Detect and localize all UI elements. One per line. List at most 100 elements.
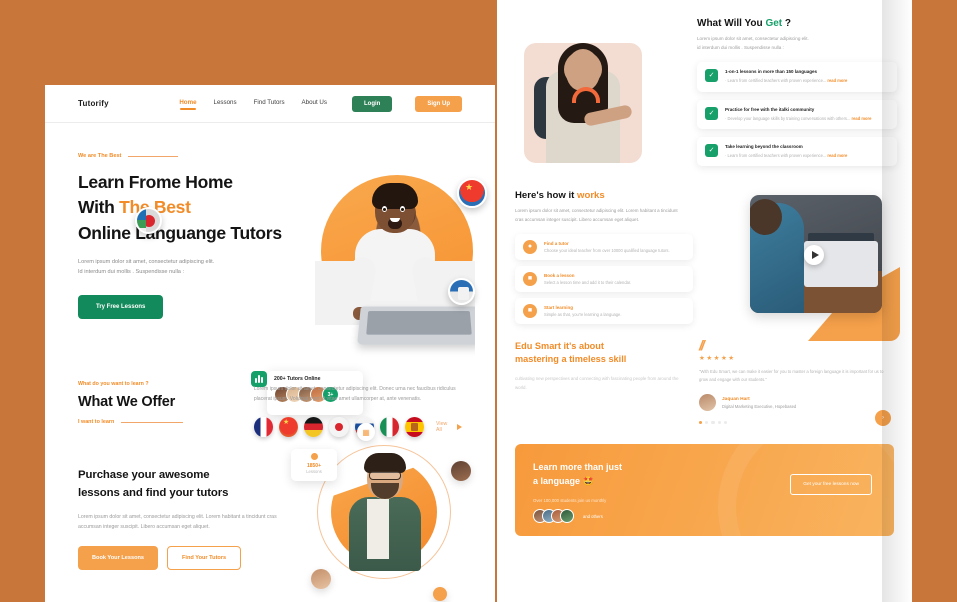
read-more-link[interactable]: read more bbox=[827, 78, 847, 83]
login-button[interactable]: Login bbox=[352, 95, 393, 112]
dot-indicator[interactable] bbox=[699, 421, 703, 425]
play-icon[interactable] bbox=[804, 245, 824, 265]
nav-links: Home Lessons Find Tutors About Us Login … bbox=[179, 95, 462, 112]
purchase-buttons: Book Your Lessons Find Your Tutors bbox=[78, 545, 278, 570]
feature-card[interactable]: ✓ Take learning beyond the classroom · L… bbox=[697, 136, 897, 166]
offer-description: Lorem ipsum dolor sit amet, consectetur … bbox=[253, 386, 456, 402]
nav-item-find-tutors[interactable]: Find Tutors bbox=[254, 99, 285, 109]
play-square-icon: ■ bbox=[523, 303, 537, 318]
purchase-title: Purchase your awesome lessons and find y… bbox=[78, 467, 278, 502]
offer-want-line bbox=[121, 421, 184, 423]
step-title: Book a lesson bbox=[544, 272, 575, 278]
hero-person-illustration bbox=[342, 183, 475, 367]
feature-desc: · Learn from certified teachers with pro… bbox=[725, 78, 848, 84]
signup-button[interactable]: Sign Up bbox=[415, 95, 462, 112]
avatar bbox=[560, 509, 574, 524]
get-subtitle-line2: id interdum dui mollis . Suspendisse nul… bbox=[697, 44, 784, 50]
laptop-icon bbox=[357, 306, 475, 345]
how-it-works-section: Here's how it works Lorem ipsum dolor si… bbox=[497, 190, 912, 342]
cta-avatar-row: and others bbox=[533, 509, 876, 524]
purchase-description: Lorem ipsum dolor sit amet, consectetur … bbox=[78, 513, 277, 530]
find-your-tutors-button[interactable]: Find Your Tutors bbox=[167, 545, 242, 570]
book-your-lessons-button[interactable]: Book Your Lessons bbox=[78, 545, 159, 570]
flag-france-icon[interactable] bbox=[253, 417, 274, 438]
lessons-count-label: Lessons bbox=[306, 469, 322, 475]
testimonial-author-name: Jaquan Hart bbox=[722, 396, 750, 402]
step-desc: Select a lesson time and add it to their… bbox=[544, 279, 632, 285]
testimonial-author-row: Jaquan Hart Digital Marketing Executive,… bbox=[699, 394, 885, 412]
feature-desc: · Learn from certified teachers with pro… bbox=[725, 152, 848, 158]
edu-title-line1: Edu Smart it's about bbox=[515, 340, 604, 351]
student-photo bbox=[524, 43, 642, 163]
step-title: Find a tutor bbox=[544, 240, 569, 246]
hero-title-with: With bbox=[78, 197, 120, 218]
how-it-works-description: Lorem ipsum dolor sit amet, consectetur … bbox=[515, 208, 678, 222]
step-desc: Choose your ideal teacher from over 1000… bbox=[544, 247, 670, 253]
step-card[interactable]: ■ Start learning Simple as that, you're … bbox=[515, 297, 693, 324]
rating-stars: ★★★★★ bbox=[699, 354, 736, 362]
dot-indicator[interactable] bbox=[705, 421, 709, 425]
navbar: Tutorify Home Lessons Find Tutors About … bbox=[45, 85, 495, 123]
get-free-lessons-button[interactable]: Get your free lessons now bbox=[790, 474, 872, 496]
feature-title: Take learning beyond the classroom bbox=[725, 143, 803, 149]
calendar-icon: ■ bbox=[523, 271, 537, 286]
get-subtitle-line1: Lorem ipsum dolor sit amet, consectetur … bbox=[697, 36, 809, 41]
purchase-left: Purchase your awesome lessons and find y… bbox=[78, 467, 278, 570]
get-section-subtitle: Lorem ipsum dolor sit amet, consectetur … bbox=[697, 35, 897, 52]
avatar bbox=[699, 394, 716, 412]
read-more-link[interactable]: read more bbox=[852, 116, 872, 121]
steps-list: ● Find a tutor Choose your ideal teacher… bbox=[515, 233, 693, 324]
testimonial-text: "With Edu Smart, we can make it easier f… bbox=[699, 368, 884, 382]
left-page: Tutorify Home Lessons Find Tutors About … bbox=[45, 85, 495, 602]
cta-students-note: Over 100,000 students join us monthly bbox=[533, 498, 607, 504]
video-thumbnail[interactable] bbox=[750, 195, 882, 313]
dot-indicator[interactable] bbox=[717, 421, 721, 425]
testimonial-dots[interactable] bbox=[699, 421, 885, 425]
user-icon: ● bbox=[523, 239, 537, 254]
hiw-title-accent: works bbox=[577, 190, 605, 201]
book-circle-icon: ▦ bbox=[357, 423, 375, 442]
cta-title-line2: a language 🤩 bbox=[533, 475, 876, 489]
step-card[interactable]: ● Find a tutor Choose your ideal teacher… bbox=[515, 233, 693, 260]
hiw-title-a: Here's how it bbox=[515, 190, 577, 201]
get-section: What Will You Get ? Lorem ipsum dolor si… bbox=[497, 0, 912, 190]
purchase-section: Purchase your awesome lessons and find y… bbox=[45, 423, 495, 602]
offer-title: What We Offer bbox=[78, 394, 176, 410]
feature-card[interactable]: ✓ 1-on-1 lessons in more than 150 langua… bbox=[697, 62, 897, 92]
feature-title: 1-on-1 lessons in more than 150 language… bbox=[725, 69, 818, 75]
offer-question: What do you want to learn ? bbox=[78, 381, 149, 387]
feature-desc-text: Learn from certified teachers with prove… bbox=[727, 78, 827, 84]
get-section-header: What Will You Get ? Lorem ipsum dolor si… bbox=[697, 18, 897, 166]
get-title-a: What Will You bbox=[697, 18, 766, 29]
offer-want-label: I want to learn bbox=[78, 419, 115, 425]
feature-desc-text: Develop your language skills by training… bbox=[727, 115, 851, 121]
try-free-lessons-button[interactable]: Try Free Lessons bbox=[78, 294, 164, 319]
hero-eyebrow-line bbox=[128, 155, 179, 157]
check-icon: ✓ bbox=[705, 106, 718, 120]
nav-item-lessons[interactable]: Lessons bbox=[214, 99, 237, 109]
cta-title-line2-text: a language bbox=[533, 475, 581, 486]
purchase-artwork: 1850+ Lessons ▦ bbox=[287, 423, 477, 602]
right-page: What Will You Get ? Lorem ipsum dolor si… bbox=[497, 0, 912, 602]
read-more-link[interactable]: read more bbox=[827, 153, 847, 158]
next-testimonial-button[interactable]: › bbox=[875, 409, 891, 426]
star-struck-emoji-icon: 🤩 bbox=[582, 475, 594, 486]
quote-icon: // bbox=[699, 336, 705, 353]
offer-want-row: I want to learn bbox=[78, 419, 248, 425]
feature-card[interactable]: ✓ Practice for free with the italki comm… bbox=[697, 99, 897, 129]
purchase-title-line1: Purchase your awesome bbox=[78, 469, 210, 482]
check-icon: ✓ bbox=[705, 143, 718, 157]
feature-desc-text: Learn from certified teachers with prove… bbox=[727, 152, 827, 158]
logo[interactable]: Tutorify bbox=[78, 99, 109, 108]
nav-item-about-us[interactable]: About Us bbox=[302, 99, 327, 109]
floating-flag-china-icon bbox=[457, 178, 487, 208]
purchase-title-line2: lessons and find your tutors bbox=[78, 487, 229, 500]
nav-item-home[interactable]: Home bbox=[179, 99, 197, 110]
video-preview[interactable] bbox=[750, 195, 900, 341]
edu-block: Edu Smart it's about mastering a timeles… bbox=[515, 340, 691, 425]
edu-title-line2: mastering a timeless skill bbox=[515, 354, 627, 365]
dot-indicator[interactable] bbox=[711, 421, 715, 425]
edu-title: Edu Smart it's about mastering a timeles… bbox=[515, 340, 691, 368]
step-card[interactable]: ■ Book a lesson Select a lesson time and… bbox=[515, 265, 693, 292]
dot-indicator[interactable] bbox=[723, 421, 727, 425]
